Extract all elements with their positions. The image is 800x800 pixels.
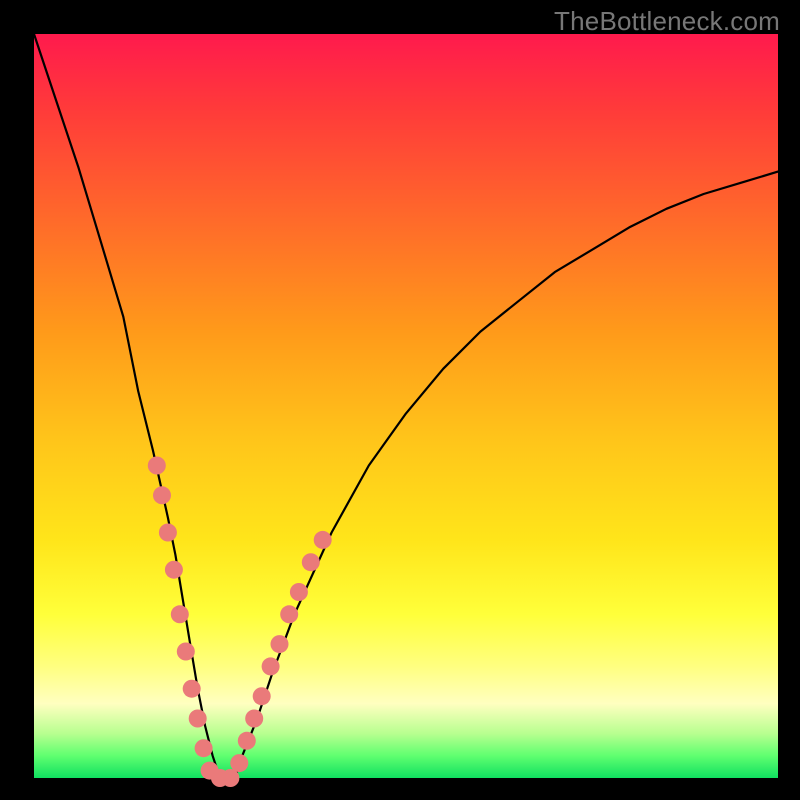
highlight-dot	[153, 486, 171, 504]
highlight-dot	[290, 583, 308, 601]
highlight-dot	[195, 739, 213, 757]
highlight-dot	[177, 643, 195, 661]
highlight-dot	[183, 680, 201, 698]
highlight-dot	[314, 531, 332, 549]
highlight-dot	[238, 732, 256, 750]
highlight-dots	[148, 457, 332, 788]
highlight-dot	[280, 605, 298, 623]
watermark-text: TheBottleneck.com	[554, 6, 780, 37]
highlight-dot	[253, 687, 271, 705]
curve-layer	[34, 34, 778, 778]
plot-area	[34, 34, 778, 778]
highlight-dot	[302, 553, 320, 571]
highlight-dot	[165, 561, 183, 579]
highlight-dot	[148, 457, 166, 475]
highlight-dot	[230, 754, 248, 772]
chart-frame: TheBottleneck.com	[0, 0, 800, 800]
highlight-dot	[271, 635, 289, 653]
highlight-dot	[171, 605, 189, 623]
highlight-dot	[159, 524, 177, 542]
highlight-dot	[189, 710, 207, 728]
bottleneck-curve	[34, 34, 778, 778]
highlight-dot	[262, 657, 280, 675]
highlight-dot	[245, 710, 263, 728]
